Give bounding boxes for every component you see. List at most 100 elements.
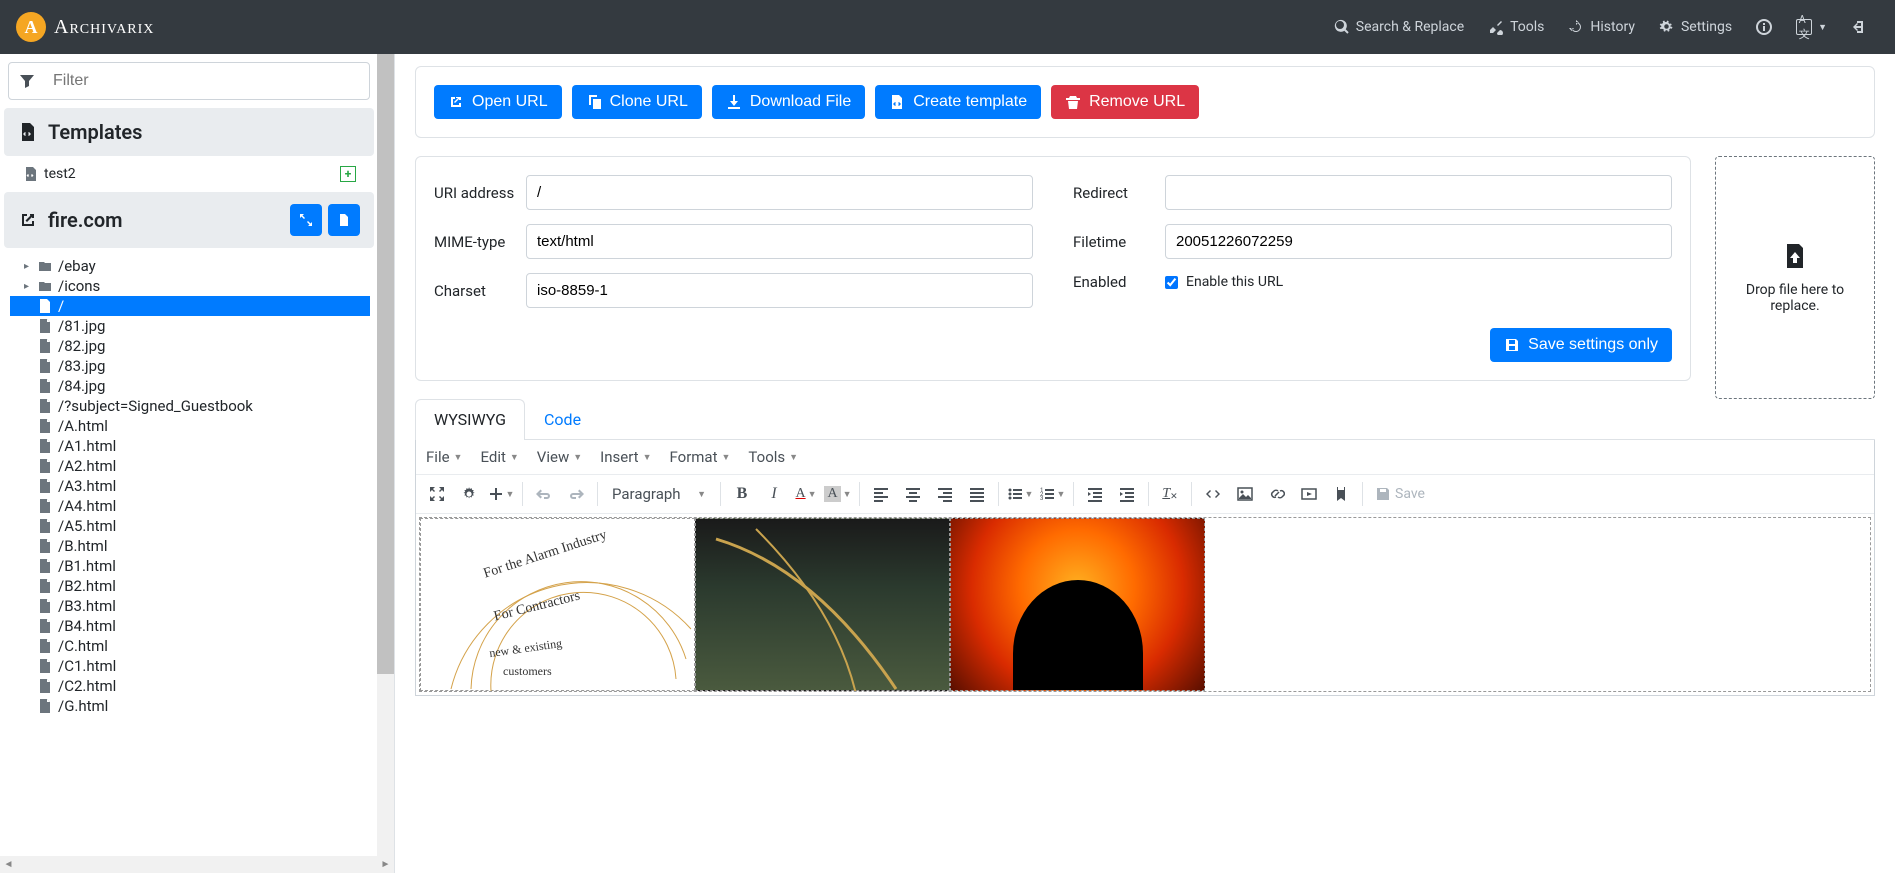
tree-file[interactable]: /?subject=Signed_Guestbook	[10, 396, 370, 416]
tree-file[interactable]: /A5.html	[10, 516, 370, 536]
expand-button[interactable]	[290, 204, 322, 236]
tree-file[interactable]: /G.html	[10, 696, 370, 716]
menu-format[interactable]: Format▼	[670, 448, 731, 466]
tree-file[interactable]: /C2.html	[10, 676, 370, 696]
nav-info[interactable]	[1744, 11, 1784, 43]
tree-file[interactable]: /A3.html	[10, 476, 370, 496]
enable-checkbox[interactable]	[1165, 276, 1178, 289]
open-url-button[interactable]: Open URL	[434, 85, 562, 119]
clear-format-icon[interactable]: T✕	[1155, 479, 1185, 509]
indent-icon[interactable]	[1112, 479, 1142, 509]
align-right-icon[interactable]	[930, 479, 960, 509]
image-icon[interactable]	[1230, 479, 1260, 509]
bg-color-icon[interactable]: A▼	[823, 479, 853, 509]
create-template-button[interactable]: Create template	[875, 85, 1041, 119]
settings-icon[interactable]	[454, 479, 484, 509]
tree-label: /B.html	[58, 537, 107, 555]
tree-file[interactable]: /B1.html	[10, 556, 370, 576]
align-center-icon[interactable]	[898, 479, 928, 509]
template-item[interactable]: test2 +	[0, 162, 370, 192]
redo-icon[interactable]	[561, 479, 591, 509]
drop-zone[interactable]: Drop file here to replace.	[1715, 156, 1875, 399]
menu-insert[interactable]: Insert▼	[600, 448, 651, 466]
align-left-icon[interactable]	[866, 479, 896, 509]
tree-file[interactable]: /B.html	[10, 536, 370, 556]
btn-label: Open URL	[472, 93, 548, 111]
outdent-icon[interactable]	[1080, 479, 1110, 509]
remove-url-button[interactable]: Remove URL	[1051, 85, 1199, 119]
tree-file[interactable]: /C.html	[10, 636, 370, 656]
tree-file[interactable]: /81.jpg	[10, 316, 370, 336]
nav-history[interactable]: History	[1556, 11, 1647, 43]
tree-file[interactable]: /A4.html	[10, 496, 370, 516]
save-disabled: Save	[1369, 486, 1431, 502]
vertical-scrollbar[interactable]	[377, 54, 394, 856]
nav-search-replace[interactable]: Search & Replace	[1322, 11, 1476, 43]
anchor-save-icon[interactable]	[1326, 479, 1356, 509]
site-header[interactable]: fire.com	[4, 192, 374, 248]
uri-input[interactable]	[526, 175, 1033, 210]
tree-file[interactable]: /B3.html	[10, 596, 370, 616]
add-template-icon[interactable]: +	[340, 166, 356, 182]
menu-tools[interactable]: Tools▼	[748, 448, 798, 466]
new-file-button[interactable]	[328, 204, 360, 236]
text-color-icon[interactable]: A▼	[791, 479, 821, 509]
nav-settings[interactable]: Settings	[1647, 11, 1744, 43]
filetime-input[interactable]	[1165, 224, 1672, 259]
horizontal-scrollbar[interactable]: ◄ ►	[0, 856, 394, 873]
undo-icon[interactable]	[529, 479, 559, 509]
tree-file[interactable]: /A1.html	[10, 436, 370, 456]
tree-file[interactable]: /A2.html	[10, 456, 370, 476]
bullet-list-icon[interactable]: ▼	[1005, 479, 1035, 509]
tab-wysiwyg[interactable]: WYSIWYG	[415, 399, 525, 440]
tree-file[interactable]: /83.jpg	[10, 356, 370, 376]
redirect-input[interactable]	[1165, 175, 1672, 210]
media-icon[interactable]	[1294, 479, 1324, 509]
tree-file[interactable]: /	[10, 296, 370, 316]
templates-header[interactable]: Templates	[4, 108, 374, 156]
tab-code[interactable]: Code	[525, 399, 600, 439]
tree-folder[interactable]: ▸/ebay	[10, 256, 370, 276]
tree-label: /C.html	[58, 637, 108, 655]
number-list-icon[interactable]: 123▼	[1037, 479, 1067, 509]
file-icon	[38, 599, 54, 613]
nav-label: Tools	[1510, 19, 1544, 35]
italic-icon[interactable]: I	[759, 479, 789, 509]
tree-file[interactable]: /C1.html	[10, 656, 370, 676]
tree-file[interactable]: /84.jpg	[10, 376, 370, 396]
tree-file[interactable]: /82.jpg	[10, 336, 370, 356]
copy-icon	[586, 94, 602, 110]
editor-body[interactable]: For the Alarm Industry For Contractors n…	[419, 517, 1871, 692]
tree-file[interactable]: /B4.html	[10, 616, 370, 636]
nav-tools[interactable]: Tools	[1476, 11, 1556, 43]
menu-view[interactable]: View▼	[537, 448, 582, 466]
tree-file[interactable]: /A.html	[10, 416, 370, 436]
nav-label: Settings	[1681, 19, 1732, 35]
filter-box	[8, 62, 370, 100]
fullscreen-icon[interactable]	[422, 479, 452, 509]
scroll-right-icon[interactable]: ►	[377, 856, 394, 873]
scroll-left-icon[interactable]: ◄	[0, 856, 17, 873]
mime-input[interactable]	[526, 224, 1033, 259]
link-icon[interactable]	[1262, 479, 1292, 509]
clone-url-button[interactable]: Clone URL	[572, 85, 702, 119]
code-icon[interactable]	[1198, 479, 1228, 509]
file-icon	[38, 519, 54, 533]
add-icon[interactable]: ▼	[486, 479, 516, 509]
menu-file[interactable]: File▼	[426, 448, 462, 466]
filter-input[interactable]	[45, 66, 369, 96]
align-justify-icon[interactable]	[962, 479, 992, 509]
file-code-icon	[889, 94, 905, 110]
tree-label: /B1.html	[58, 557, 116, 575]
paragraph-select[interactable]: Paragraph▼	[604, 481, 714, 507]
nav-logout[interactable]	[1839, 11, 1879, 43]
nav-language[interactable]: A文 ▼	[1784, 11, 1839, 43]
charset-input[interactable]	[526, 273, 1033, 308]
bold-icon[interactable]: B	[727, 479, 757, 509]
menu-edit[interactable]: Edit▼	[480, 448, 518, 466]
tree-file[interactable]: /B2.html	[10, 576, 370, 596]
tree-folder[interactable]: ▸/icons	[10, 276, 370, 296]
download-file-button[interactable]: Download File	[712, 85, 865, 119]
brand[interactable]: A Archivarix	[16, 12, 154, 42]
save-settings-button[interactable]: Save settings only	[1490, 328, 1672, 362]
